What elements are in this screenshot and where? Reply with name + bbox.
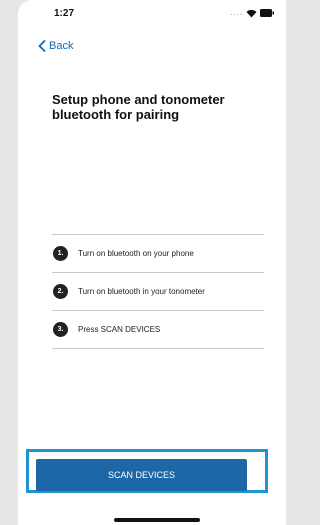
step-text: Turn on bluetooth in your tonometer [78,287,205,296]
list-item: 1. Turn on bluetooth on your phone [52,234,264,272]
step-number: 1. [53,246,68,261]
status-icons: .... [230,8,274,18]
battery-icon [260,9,274,17]
page-title: Setup phone and tonometer bluetooth for … [52,92,225,122]
list-item: 2. Turn on bluetooth in your tonometer [52,272,264,310]
phone-screen: 1:27 .... Back Setup phone and tonometer… [18,0,286,525]
step-number: 3. [53,322,68,337]
signal-dots: .... [230,8,243,17]
status-bar: 1:27 .... [18,0,286,28]
chevron-left-icon [38,40,46,52]
status-time: 1:27 [54,8,75,19]
scan-devices-button[interactable]: SCAN DEVICES [36,459,247,491]
back-button[interactable]: Back [38,38,73,54]
list-item: 3. Press SCAN DEVICES [52,310,264,349]
home-indicator [114,518,200,522]
step-number: 2. [53,284,68,299]
back-label: Back [49,40,74,52]
step-text: Turn on bluetooth on your phone [78,249,194,258]
step-text: Press SCAN DEVICES [78,325,161,334]
wifi-icon [246,9,257,18]
steps-list: 1. Turn on bluetooth on your phone 2. Tu… [52,234,264,349]
